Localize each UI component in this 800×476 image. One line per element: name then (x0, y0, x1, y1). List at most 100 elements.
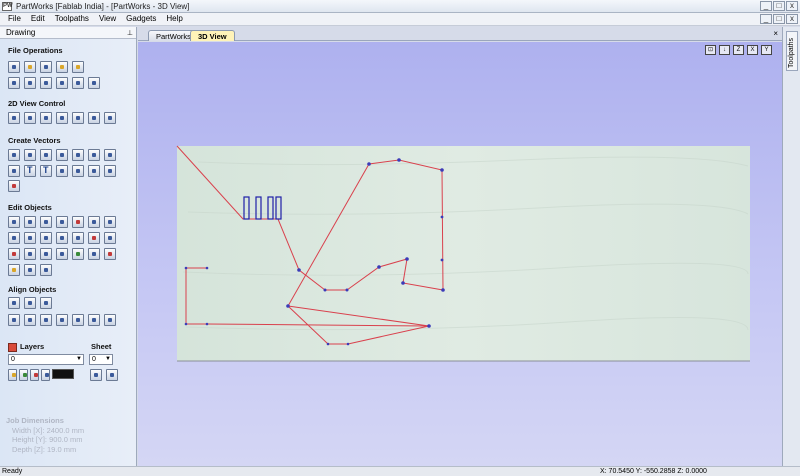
array-icon[interactable] (104, 165, 116, 177)
break-icon[interactable] (40, 248, 52, 260)
align-center-icon[interactable] (8, 297, 20, 309)
cut-icon[interactable] (24, 77, 36, 89)
title-bar: PW PartWorks [Fablab India] - [PartWorks… (0, 0, 800, 13)
node-edit-icon[interactable] (24, 216, 36, 228)
zoom-icon[interactable] (56, 112, 68, 124)
align-vertical-center-icon[interactable] (40, 297, 52, 309)
text-on-curve-icon[interactable] (40, 165, 52, 177)
curve-icon[interactable] (88, 149, 100, 161)
interactive-edit-icon[interactable] (72, 216, 84, 228)
close-button[interactable]: x (786, 1, 798, 11)
layer-properties-icon[interactable] (90, 369, 102, 381)
tab-icon[interactable] (40, 264, 52, 276)
ungroup-icon[interactable] (56, 232, 68, 244)
doc-restore-button[interactable]: □ (773, 14, 785, 24)
close-vector-icon[interactable] (88, 248, 100, 260)
nest-icon[interactable] (8, 264, 20, 276)
redo-icon[interactable] (88, 77, 100, 89)
select-icon[interactable] (8, 216, 20, 228)
new-file-icon[interactable] (8, 61, 20, 73)
fillet-icon[interactable] (72, 165, 84, 177)
subtract-icon[interactable] (104, 232, 116, 244)
close-icon[interactable]: × (773, 29, 778, 38)
menu-help[interactable]: Help (161, 13, 187, 25)
distribute-vertical-icon[interactable] (104, 314, 116, 326)
rectangle-icon[interactable] (40, 149, 52, 161)
curve-fit-icon[interactable] (24, 264, 36, 276)
polyline-icon[interactable] (72, 149, 84, 161)
arc-icon[interactable] (56, 149, 68, 161)
offset-icon[interactable] (88, 165, 100, 177)
zoom-out-icon[interactable] (72, 112, 84, 124)
transform-icon[interactable] (40, 216, 52, 228)
view-3d-icon[interactable] (104, 112, 116, 124)
weld-icon[interactable] (72, 232, 84, 244)
pin-icon[interactable]: ⊥ (127, 29, 133, 37)
trim-icon[interactable] (8, 248, 20, 260)
doc-close-button[interactable]: x (786, 14, 798, 24)
circle-icon[interactable] (8, 149, 20, 161)
validate-icon[interactable] (72, 248, 84, 260)
align-left-icon[interactable] (24, 314, 36, 326)
job-setup-icon[interactable] (8, 77, 20, 89)
save-file-icon[interactable] (40, 61, 52, 73)
3d-viewport[interactable]: ⊡ ↓ Z X Y (138, 42, 782, 466)
ellipse-icon[interactable] (24, 149, 36, 161)
open-component-icon[interactable] (72, 61, 84, 73)
scale-icon[interactable] (88, 216, 100, 228)
rotate-icon[interactable] (104, 216, 116, 228)
status-bar: Ready X: 70.5450 Y: -550.2858 Z: 0.0000 (0, 466, 800, 476)
smooth-icon[interactable] (56, 248, 68, 260)
distort-icon[interactable] (24, 232, 36, 244)
layer-color-swatch[interactable] (52, 369, 74, 379)
menu-gadgets[interactable]: Gadgets (121, 13, 161, 25)
paste-icon[interactable] (56, 77, 68, 89)
menu-file[interactable]: File (0, 13, 26, 25)
scissors-icon[interactable] (104, 248, 116, 260)
distribute-horizontal-icon[interactable] (88, 314, 100, 326)
job-dimensions-title: Job Dimensions (6, 416, 64, 425)
center-in-material-icon[interactable] (8, 314, 20, 326)
move-icon[interactable] (56, 216, 68, 228)
tab-3d-view[interactable]: 3D View (190, 30, 235, 41)
layer-manager-icon[interactable] (106, 369, 118, 381)
create-vectors-row-1 (8, 149, 120, 161)
align-bottom-icon[interactable] (72, 314, 84, 326)
visibility-icon[interactable] (41, 369, 50, 381)
bulb-icon[interactable] (8, 369, 17, 381)
open-file-icon[interactable] (24, 61, 36, 73)
align-horizontal-center-icon[interactable] (24, 297, 36, 309)
zoom-all-icon[interactable] (40, 112, 52, 124)
dimension-icon[interactable] (56, 165, 68, 177)
copy-icon[interactable] (40, 77, 52, 89)
maximize-button[interactable]: □ (773, 1, 785, 11)
menu-view[interactable]: View (94, 13, 121, 25)
align-right-icon[interactable] (40, 314, 52, 326)
extend-icon[interactable] (24, 248, 36, 260)
layer-select[interactable]: 0 ▼ (8, 354, 84, 365)
menu-edit[interactable]: Edit (26, 13, 50, 25)
align-top-icon[interactable] (56, 314, 68, 326)
zoom-box-icon[interactable] (24, 112, 36, 124)
view-control-row (8, 112, 120, 124)
view-2d-icon[interactable] (88, 112, 100, 124)
checkbox-icon[interactable] (19, 369, 28, 381)
window-title: PartWorks [Fablab India] - [PartWorks - … (16, 1, 190, 11)
group-icon[interactable] (40, 232, 52, 244)
draw-pen-icon[interactable] (8, 180, 20, 192)
minimize-button[interactable]: _ (760, 1, 772, 11)
tab-toolpaths[interactable]: Toolpaths (786, 31, 798, 71)
lock-icon[interactable] (30, 369, 39, 381)
polygon-icon[interactable] (104, 149, 116, 161)
sheet-select[interactable]: 0 ▼ (89, 354, 113, 365)
mirror-icon[interactable] (8, 232, 20, 244)
pan-icon[interactable] (8, 112, 20, 124)
menu-toolpaths[interactable]: Toolpaths (50, 13, 94, 25)
join-icon[interactable] (88, 232, 100, 244)
import-icon[interactable] (56, 61, 68, 73)
star-icon[interactable] (8, 165, 20, 177)
edit-objects-row-4 (8, 264, 56, 276)
text-icon[interactable] (24, 165, 36, 177)
undo-icon[interactable] (72, 77, 84, 89)
doc-minimize-button[interactable]: _ (760, 14, 772, 24)
